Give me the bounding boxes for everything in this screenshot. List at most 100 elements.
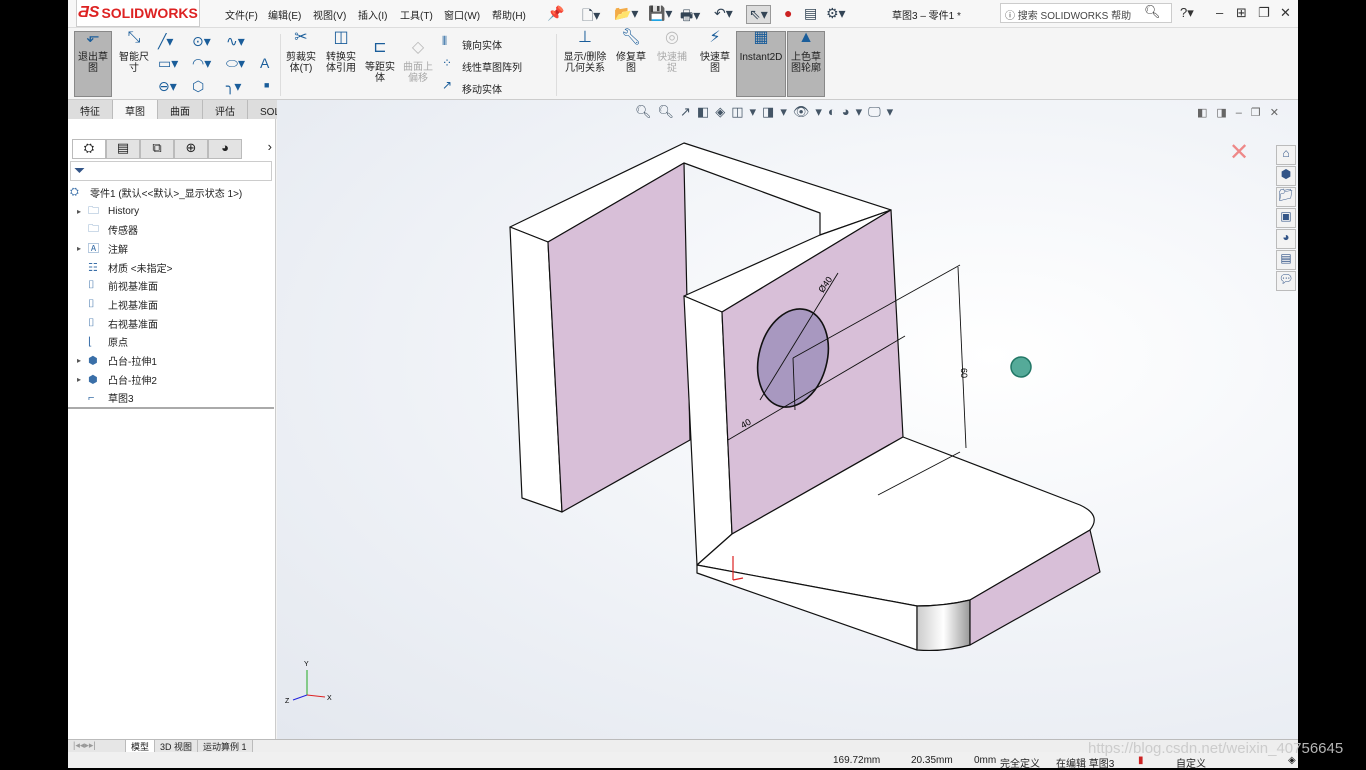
smart-dimension-button[interactable]: ⤡ 智能尺寸 (115, 30, 153, 75)
trim-icon: ✂ (294, 29, 308, 46)
file-explorer-icon[interactable]: 📁︎ (1276, 187, 1296, 207)
expand-arrow-icon[interactable]: ▸ (70, 207, 88, 216)
repair-sketch-button[interactable]: 🔧︎ 修复草图 (612, 30, 650, 75)
spline-icon[interactable]: ∿▾ (226, 33, 245, 50)
tab-features[interactable]: 特征 (68, 100, 113, 119)
slot-icon[interactable]: ⊖▾ (158, 78, 177, 95)
rebuild-icon[interactable]: ● (784, 5, 792, 21)
expand-arrow-icon[interactable]: ▸ (70, 244, 88, 253)
property-manager-tab[interactable]: ▤ (106, 139, 140, 159)
forum-icon[interactable]: 💬︎ (1276, 271, 1296, 291)
exit-sketch-button[interactable]: ⬐ 退出草图 (74, 30, 112, 97)
minimize-icon[interactable]: – (1216, 5, 1223, 20)
tree-item[interactable]: ⌷ 右视基准面 (70, 314, 274, 333)
restore-icon[interactable]: ❐ (1258, 5, 1270, 21)
dimxpert-tab[interactable]: ⊕ (174, 139, 208, 159)
panel-splitter[interactable] (68, 407, 274, 409)
tree-item[interactable]: 🗀 传感器 (70, 220, 274, 239)
menu-insert[interactable]: 插入(I) (358, 7, 387, 22)
text-icon[interactable]: A (260, 55, 269, 71)
pin-icon[interactable]: 📌 (547, 5, 564, 22)
convert-entities-button[interactable]: ◫ 转换实体引用 (322, 30, 360, 75)
offset-on-surface-button[interactable]: ◇ 曲面上偏移 (400, 40, 436, 85)
trim-entities-button[interactable]: ✂ 剪裁实体(T) (283, 29, 319, 75)
ellipse-icon[interactable]: ⬭▾ (226, 55, 245, 72)
chevron-right-icon[interactable]: › (242, 139, 272, 159)
help-question-icon[interactable]: ?▾ (1180, 5, 1194, 21)
tree-item[interactable]: ▸ 🄰 注解 (70, 239, 274, 258)
tree-item[interactable]: ⌷ 上视基准面 (70, 295, 274, 314)
select-icon[interactable]: ⇖▾ (746, 5, 771, 24)
tree-item-label: 凸台-拉伸1 (108, 357, 157, 369)
shaded-sketch-contours-button[interactable]: ▲ 上色草图轮廓 (787, 30, 825, 97)
display-manager-tab[interactable]: ◕ (208, 139, 242, 159)
rectangle-icon[interactable]: ▭▾ (158, 55, 178, 72)
circle-icon[interactable]: ⊙▾ (192, 33, 211, 50)
configuration-manager-tab[interactable]: ⧉ (140, 139, 174, 159)
offset-entities-button[interactable]: ⊏ 等距实体 (362, 40, 398, 85)
search-icon[interactable]: 🔍︎ (1144, 4, 1161, 20)
custom-properties-icon[interactable]: ▤ (1276, 250, 1296, 270)
new-icon[interactable]: 🗋▾ (582, 5, 600, 29)
design-library-icon[interactable]: ⬢ (1276, 166, 1296, 186)
rapid-sketch-icon: ⚡ (709, 29, 721, 46)
tree-item-label: 传感器 (108, 226, 138, 238)
graphics-viewport[interactable]: 🔍︎🔍︎↗◧◈◫▾◨▾👁︎▾◐◕▾🖵▾ ◧◨–❐✕ Ø40 40 60 YXZ … (277, 100, 1298, 739)
appearances-icon[interactable]: ◕ (1276, 229, 1296, 249)
feature-manager-tab[interactable]: ⛭ (72, 139, 106, 159)
tab-evaluate[interactable]: 评估 (203, 100, 248, 119)
tree-item[interactable]: ⌐ 草图3 (70, 389, 274, 408)
expand-arrow-icon[interactable]: ▸ (70, 375, 88, 384)
fillet-icon[interactable]: ╮▾ (226, 78, 241, 95)
open-icon[interactable]: 📂▾ (614, 5, 638, 22)
tab-scroll-arrows[interactable]: |◂◂▸▸| (68, 740, 126, 752)
mirror-icon: ⫴ (442, 34, 448, 48)
feature-tree: ⛭ 零件1 (默认<<默认>_显示状态 1>) ▸ 🗀 History 🗀 传感器 ▸ 🄰 注解 ☷… (70, 183, 274, 407)
polygon-icon[interactable]: ⬡ (192, 78, 204, 95)
rapid-sketch-button[interactable]: ⚡ 快速草图 (696, 29, 734, 75)
undo-icon[interactable]: ↶▾ (714, 5, 733, 22)
menu-help[interactable]: 帮助(H) (492, 7, 526, 22)
point-icon[interactable]: ■ (264, 80, 269, 90)
arc-icon[interactable]: ◠▾ (192, 55, 211, 72)
tree-item[interactable]: ▸ ⬢ 凸台-拉伸1 (70, 351, 274, 370)
home-icon[interactable]: ⌂ (1276, 145, 1296, 165)
linear-pattern-icon: ⁘ (442, 56, 453, 70)
menu-tools[interactable]: 工具(T) (400, 7, 433, 22)
line-icon[interactable]: ╱▾ (158, 33, 173, 50)
tree-item[interactable]: ☷ 材质 <未指定> (70, 258, 274, 277)
tab-3d-view[interactable]: 3D 视图 (155, 740, 199, 752)
tree-item[interactable]: ⌷ 前视基准面 (70, 276, 274, 295)
tab-surfaces[interactable]: 曲面 (158, 100, 203, 119)
tree-item[interactable]: ▸ ⬢ 凸台-拉伸2 (70, 370, 274, 389)
tile-icon[interactable]: ⊞ (1236, 5, 1247, 21)
menu-file[interactable]: 文件(F) (225, 7, 258, 22)
tab-sketch[interactable]: 草图 (113, 100, 158, 119)
view-palette-icon[interactable]: ▣ (1276, 208, 1296, 228)
task-pane-tabs: ⌂ ⬢ 📁︎ ▣ ◕ ▤ 💬︎ (1276, 145, 1298, 292)
tree-item[interactable]: ⌊ 原点 (70, 333, 274, 352)
quick-snaps-button[interactable]: ◎ 快速捕捉 (654, 30, 690, 75)
save-icon[interactable]: 💾▾ (648, 5, 672, 22)
display-delete-relations-button[interactable]: ⊥ 显示/删除几何关系 (560, 30, 610, 75)
divider (280, 34, 281, 96)
tree-item-label: 右视基准面 (108, 319, 158, 331)
tree-filter-input[interactable]: ⏷ (70, 161, 272, 181)
tree-item[interactable]: ⛭ 零件1 (默认<<默认>_显示状态 1>) (70, 183, 274, 202)
tab-model[interactable]: 模型 (126, 740, 156, 752)
expand-arrow-icon[interactable]: ▸ (70, 356, 88, 365)
mirror-entities-button[interactable]: 镜向实体 (462, 37, 502, 52)
menu-window[interactable]: 窗口(W) (444, 7, 480, 22)
file-properties-icon[interactable]: ▤ (804, 5, 817, 22)
close-icon[interactable]: ✕ (1280, 5, 1291, 21)
print-icon[interactable]: 🖶▾ (680, 5, 700, 29)
linear-pattern-button[interactable]: 线性草图阵列 (462, 59, 522, 74)
menu-edit[interactable]: 编辑(E) (268, 7, 301, 22)
move-entities-button[interactable]: 移动实体 (462, 81, 502, 96)
tab-motion-study[interactable]: 运动算例 1 (198, 740, 253, 752)
solidworks-logo[interactable]: ƋS SOLIDWORKS (76, 0, 200, 27)
tree-item[interactable]: ▸ 🗀 History (70, 202, 274, 221)
menu-view[interactable]: 视图(V) (313, 7, 346, 22)
options-gear-icon[interactable]: ⚙▾ (826, 5, 846, 22)
instant2d-button[interactable]: ▦ Instant2D (736, 30, 786, 97)
